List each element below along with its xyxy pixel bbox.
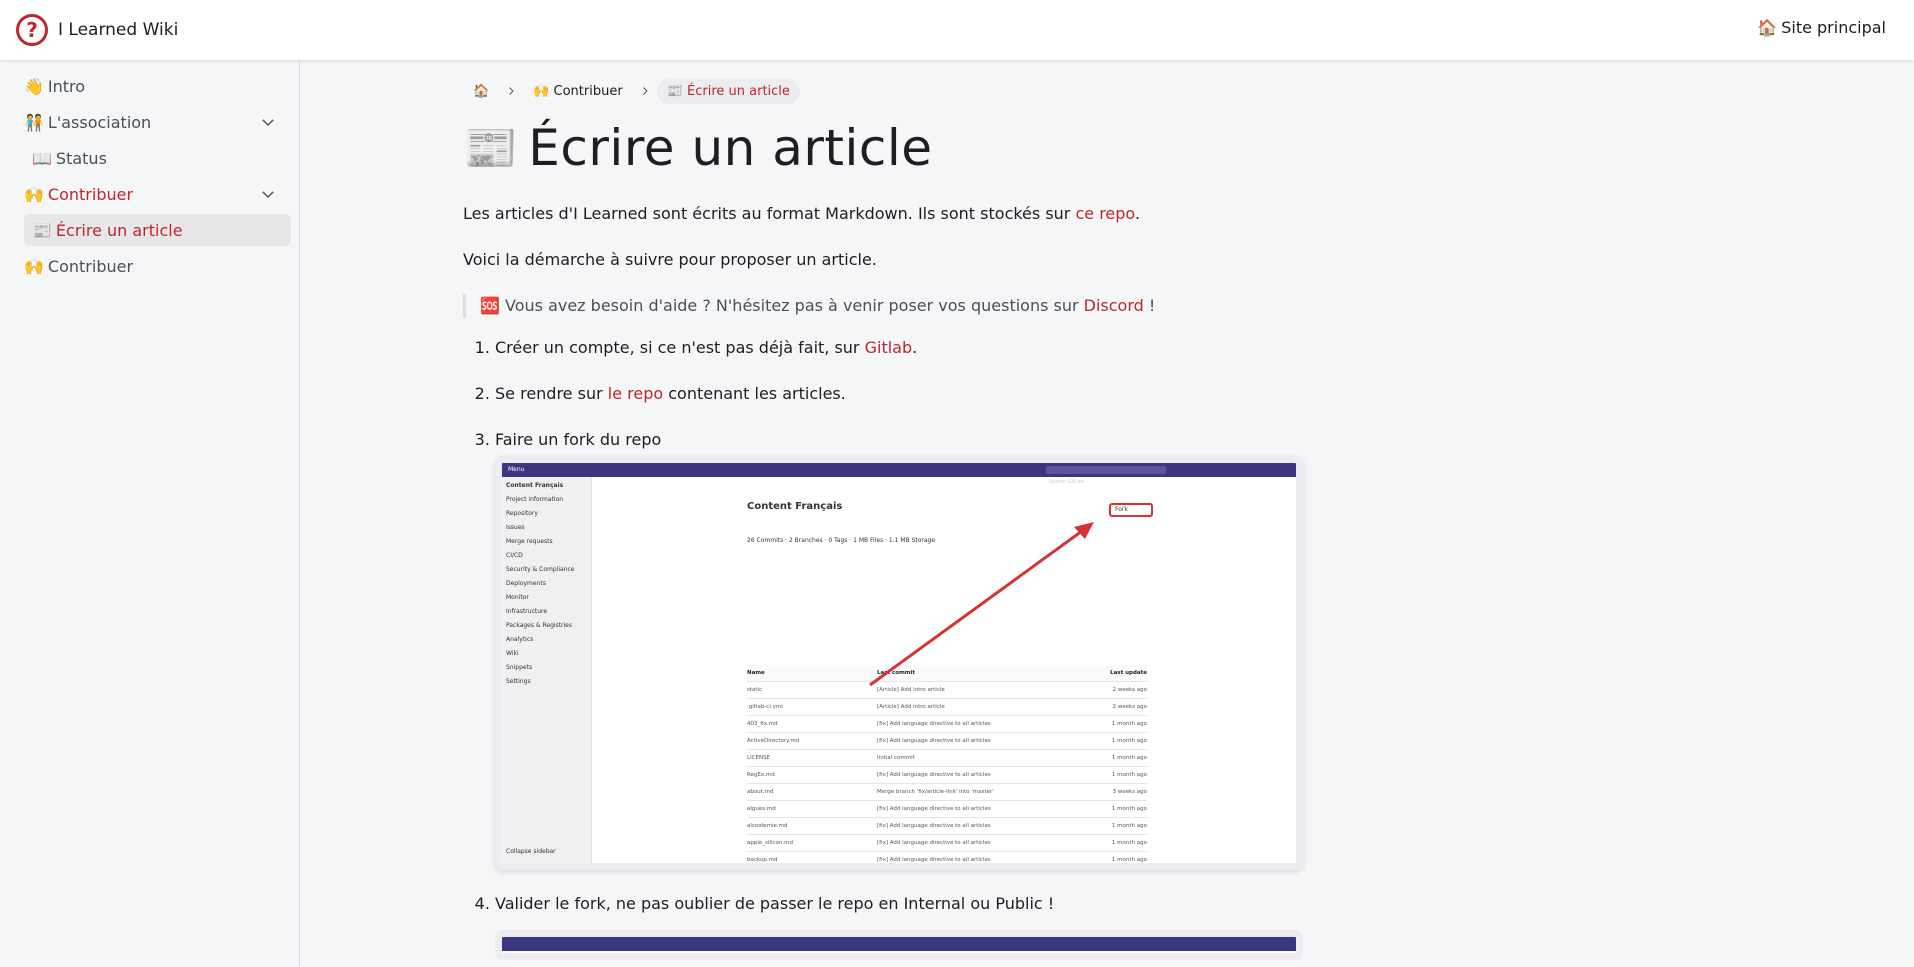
step-3: Faire un fork du repo Menu Search GitLab… [495,428,1303,870]
steps-intro: Voici la démarche à suivre pour proposer… [463,250,877,269]
page-title: 📰 Écrire un article [463,116,1293,180]
navbar: ? I Learned Wiki 🏠 Site principal [0,0,1914,60]
callout-text: Vous avez besoin d'aide ? N'hésitez pas … [499,296,1084,315]
book-icon: 📖 [32,148,52,168]
discord-link[interactable]: Discord [1084,296,1144,315]
sos-icon: 🆘 [480,296,500,315]
ce-repo-link[interactable]: ce repo [1075,204,1134,223]
raised-hands-icon: 🙌 [24,184,44,204]
callout-end: ! [1143,296,1156,315]
intro-text: Les articles d'I Learned sont écrits au … [463,204,1076,223]
breadcrumb-contribuer[interactable]: 🙌 Contribuer [523,79,633,104]
house-icon: 🏠 [1757,18,1778,37]
raised-hands-icon: 🙌 [533,83,550,99]
site-principal-label: Site principal [1781,18,1886,37]
sidebar-item-label: L'association [47,112,152,132]
breadcrumb-current: 📰 Écrire un article [656,78,800,104]
article: 🏠 🙌 Contribuer 📰 Écrire un article 📰 Écr… [463,60,1303,967]
question-logo-icon[interactable]: ? [16,14,48,46]
main-content: 🏠 🙌 Contribuer 📰 Écrire un article 📰 Écr… [300,60,1914,967]
gitlab-fork-screenshot: Menu Search GitLab Content Français Proj… [495,456,1303,870]
house-icon: 🏠 [473,83,490,99]
sidebar: 👋 Intro 🧑‍🤝‍🧑 L'association 📖 Status 🙌 C… [0,60,300,967]
steps-list: Créer un compte, si ce n'est pas déjà fa… [463,336,1303,960]
sidebar-item-association[interactable]: 🧑‍🤝‍🧑 L'association [16,106,291,138]
sidebar-item-label: Intro [47,76,86,96]
sidebar-item-status[interactable]: 📖 Status [24,142,291,174]
sidebar-item-contribuer-2[interactable]: 🙌 Contribuer [16,250,291,282]
step-1: Créer un compte, si ce n'est pas déjà fa… [495,336,1293,360]
breadcrumb: 🏠 🙌 Contribuer 📰 Écrire un article [463,76,1293,106]
sidebar-item-contribuer[interactable]: 🙌 Contribuer [16,178,291,210]
intro-end: . [1134,204,1141,223]
step-4: Valider le fork, ne pas oublier de passe… [495,892,1303,960]
site-principal-link[interactable]: 🏠 Site principal [1757,18,1886,37]
raised-hands-icon: 🙌 [24,256,44,276]
step-text: Faire un fork du repo [495,430,662,449]
sidebar-item-label: Status [55,148,107,168]
step-end: contenant les articles. [663,384,846,403]
sidebar-item-ecrire-un-article[interactable]: 📰 Écrire un article [24,214,291,246]
chevron-down-icon[interactable] [259,185,277,203]
breadcrumb-home[interactable]: 🏠 [463,79,499,104]
le-repo-link[interactable]: le repo [608,384,663,403]
intro-paragraph: Les articles d'I Learned sont écrits au … [463,202,1293,226]
newspaper-icon: 📰 [32,220,52,240]
step-text: Se rendre sur [495,384,608,403]
chevron-right-icon [509,87,514,95]
brand-title[interactable]: I Learned Wiki [58,20,178,40]
chevron-right-icon [642,87,648,95]
sidebar-item-label: Écrire un article [55,220,183,240]
sidebar-item-label: Contribuer [47,184,134,204]
gitlab-link[interactable]: Gitlab [865,338,913,357]
step-text: Valider le fork, ne pas oublier de passe… [495,894,1055,913]
breadcrumb-label: Contribuer [553,83,623,99]
page-title-text: Écrire un article [528,119,933,177]
people-icon: 🧑‍🤝‍🧑 [24,112,44,132]
step-text: Créer un compte, si ce n'est pas déjà fa… [495,338,865,357]
step-end: . [912,338,918,357]
newspaper-icon: 📰 [463,123,519,174]
step-2: Se rendre sur le repo contenant les arti… [495,382,1293,406]
wave-icon: 👋 [24,76,44,96]
newspaper-icon: 📰 [666,83,683,99]
red-arrow-annotation [869,522,1094,687]
sidebar-item-label: Contribuer [47,256,134,276]
sidebar-item-intro[interactable]: 👋 Intro [16,70,291,102]
breadcrumb-label: Écrire un article [687,83,790,99]
chevron-down-icon[interactable] [259,113,277,131]
gitlab-topbar [502,937,1296,951]
help-callout: 🆘 Vous avez besoin d'aide ? N'hésitez pa… [463,294,1293,318]
gitlab-fork-form-screenshot [495,930,1303,960]
